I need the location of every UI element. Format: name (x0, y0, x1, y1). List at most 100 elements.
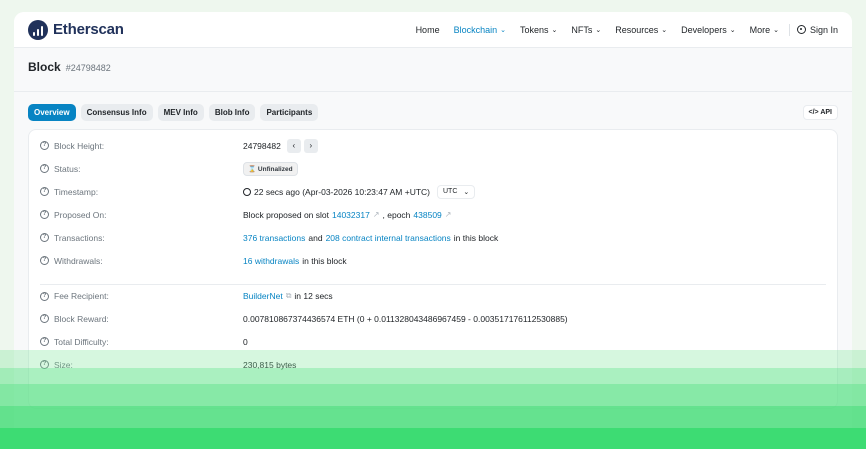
timezone-select[interactable]: UTC ⌄ (437, 184, 476, 199)
copy-icon[interactable]: ⧉ (286, 291, 292, 301)
help-icon[interactable]: ? (40, 141, 49, 150)
transactions-link[interactable]: 376 transactions (243, 233, 305, 243)
overlay-band (0, 384, 866, 406)
chevron-down-icon: ⌄ (500, 26, 506, 34)
tab-consensus-info[interactable]: Consensus Info (80, 104, 153, 121)
nav-label: Home (415, 24, 440, 35)
chevron-down-icon: ⌄ (595, 26, 602, 34)
tab-mev-info[interactable]: MEV Info (157, 104, 204, 121)
field-label: Fee Recipient: (54, 291, 109, 301)
help-icon[interactable]: ? (40, 314, 49, 323)
tab-blob-info[interactable]: Blob Info (208, 104, 256, 121)
field-label: Withdrawals: (54, 255, 103, 266)
and-text: and (308, 232, 323, 243)
field-label: Transactions: (54, 232, 105, 243)
nav-label: Blockchain (453, 24, 498, 35)
help-icon[interactable]: ? (40, 233, 49, 242)
page-title-row: Block #24798482 (14, 48, 852, 92)
tab-overview[interactable]: Overview (28, 104, 76, 121)
external-link-icon[interactable]: ↗ (373, 210, 380, 219)
chevron-down-icon: ⌄ (729, 26, 736, 34)
nav-blockchain[interactable]: Blockchain ⌄ (447, 25, 513, 35)
chevron-down-icon: ⌄ (773, 26, 779, 34)
nav-developers[interactable]: Developers ⌄ (674, 25, 742, 35)
row-status: ? Status: ⌛ Unfinalized (40, 157, 826, 180)
nav-home[interactable]: Home (409, 25, 447, 35)
help-icon[interactable]: ? (40, 164, 49, 173)
internal-transactions-link[interactable]: 208 contract internal transactions (326, 233, 451, 243)
field-label: Proposed On: (54, 209, 107, 220)
nav-nfts[interactable]: NFTs ⌄ (564, 25, 608, 35)
transactions-suffix: in this block (453, 232, 499, 243)
nav-divider (788, 23, 790, 36)
proposed-prefix: Block proposed on slot (243, 209, 329, 220)
withdrawals-link[interactable]: 16 withdrawals (243, 256, 299, 266)
sign-in-button[interactable]: Sign In (793, 25, 838, 35)
external-link-icon[interactable]: ↗ (445, 210, 452, 219)
nav-more[interactable]: More ⌄ (743, 25, 786, 35)
next-block-button[interactable]: › (303, 138, 318, 153)
row-block-reward: ? Block Reward: 0.007810867374436574 ETH … (40, 307, 826, 330)
clock-icon (243, 187, 251, 196)
epoch-link[interactable]: 438509 (413, 210, 441, 220)
row-timestamp: ? Timestamp: 22 secs ago (Apr-03-2026 10:… (40, 180, 826, 203)
nav-label: Tokens (519, 24, 549, 35)
help-icon[interactable]: ? (40, 256, 49, 265)
status-text: Unfinalized (257, 165, 293, 173)
row-block-height: ? Block Height: 24798482 ‹ › (40, 134, 826, 157)
logo-icon (28, 19, 48, 40)
nav-label: NFTs (571, 24, 593, 35)
overlay-band (0, 350, 866, 368)
nav-label: More (749, 24, 771, 35)
fee-recipient-link[interactable]: BuilderNet (243, 291, 283, 301)
total-difficulty-value: 0 (243, 336, 248, 347)
overlay-band (0, 428, 866, 449)
help-icon[interactable]: ? (40, 291, 49, 301)
help-icon[interactable]: ? (40, 337, 49, 346)
main-nav: Home Blockchain ⌄ Tokens ⌄ NFTs ⌄ Resources… (409, 23, 838, 36)
hourglass-icon: ⌛ (248, 165, 257, 173)
field-label: Timestamp: (54, 186, 99, 197)
chevron-down-icon: ⌄ (661, 26, 668, 34)
site-header: Etherscan Home Blockchain ⌄ Tokens ⌄ NFTs ⌄… (14, 12, 852, 48)
tab-participants[interactable]: Participants (260, 104, 319, 121)
sign-in-label: Sign In (809, 24, 838, 35)
overlay-band (0, 368, 866, 384)
logo-text: Etherscan (53, 21, 124, 38)
slot-link[interactable]: 14032317 (332, 210, 370, 220)
help-icon[interactable]: ? (40, 210, 49, 219)
overlay-band (0, 406, 866, 428)
field-label: Block Height: (54, 140, 105, 151)
tab-bar: Overview Consensus Info MEV Info Blob In… (14, 92, 852, 121)
nav-tokens[interactable]: Tokens ⌄ (513, 25, 564, 35)
help-icon[interactable]: ? (40, 187, 49, 196)
chevron-down-icon: ⌄ (551, 26, 558, 34)
block-reward-value: 0.007810867374436574 ETH (0 + 0.01132804… (243, 313, 568, 324)
row-transactions: ? Transactions: 376 transactions and 208 … (40, 226, 826, 249)
nav-label: Developers (681, 24, 727, 35)
field-label: Total Difficulty: (54, 336, 109, 347)
page-title: Block (28, 60, 61, 74)
chevron-down-icon: ⌄ (463, 188, 470, 196)
status-badge: ⌛ Unfinalized (243, 161, 298, 176)
field-label: Status: (54, 163, 81, 174)
user-icon (796, 25, 806, 34)
etherscan-logo[interactable]: Etherscan (28, 19, 124, 40)
nav-resources[interactable]: Resources ⌄ (608, 25, 674, 35)
fee-recipient-suffix: in 12 secs (294, 291, 333, 301)
code-icon: </> (808, 109, 819, 116)
withdrawals-suffix: in this block (302, 255, 347, 266)
timestamp-value: 22 secs ago (Apr-03-2026 10:23:47 AM +UT… (254, 186, 430, 197)
timezone-value: UTC (443, 187, 458, 195)
row-withdrawals: ? Withdrawals: 16 withdrawals in this blo… (40, 249, 826, 272)
api-button[interactable]: </> API (802, 105, 838, 120)
row-fee-recipient: ? Fee Recipient: BuilderNet ⧉ in 12 secs (40, 284, 826, 307)
row-proposed-on: ? Proposed On: Block proposed on slot 140… (40, 203, 826, 226)
field-label: Block Reward: (54, 313, 109, 324)
block-number: #24798482 (65, 63, 111, 73)
api-label: API (820, 109, 832, 116)
block-height-value: 24798482 (243, 140, 281, 151)
nav-label: Resources (615, 24, 659, 35)
proposed-mid: , epoch (382, 209, 411, 220)
previous-block-button[interactable]: ‹ (286, 138, 301, 153)
